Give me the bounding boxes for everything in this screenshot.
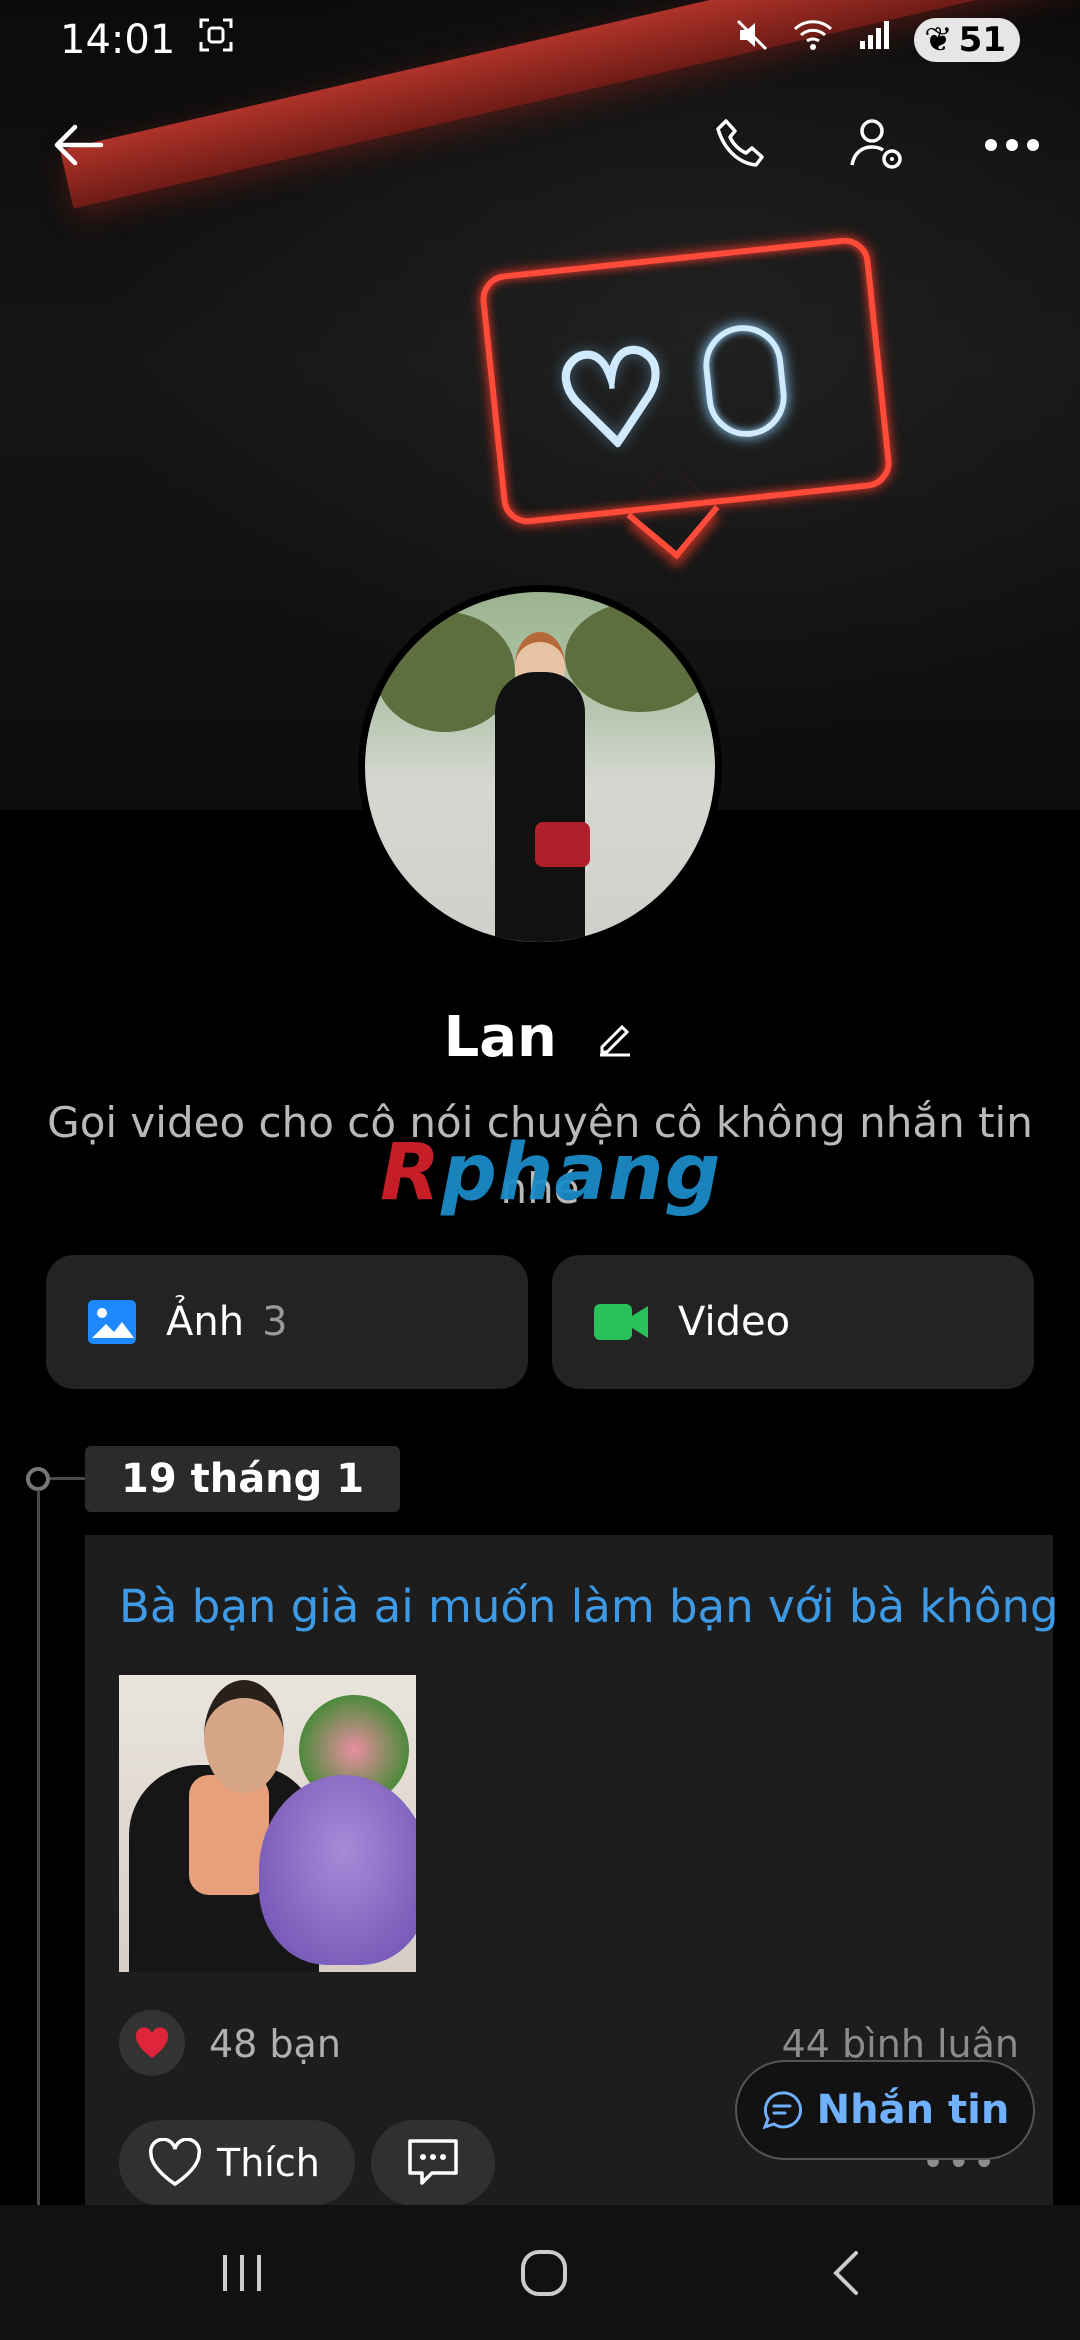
phone-call-icon bbox=[716, 119, 764, 167]
timeline-connector bbox=[50, 1477, 85, 1480]
neon-heart-icon: ♡ bbox=[545, 316, 682, 484]
more-options-button[interactable] bbox=[972, 100, 1052, 190]
heart-outline-icon bbox=[149, 2138, 201, 2187]
post-title: Bà bạn già ai muốn làm bạn với bà không bbox=[119, 1580, 1059, 1633]
recent-apps-icon bbox=[223, 2254, 261, 2291]
chat-bubble-icon bbox=[762, 2091, 802, 2130]
status-time: 14:01 bbox=[60, 17, 176, 63]
profile-name-row: Lan bbox=[0, 1005, 1080, 1073]
top-action-bar bbox=[0, 100, 1080, 190]
heart-reaction-icon[interactable] bbox=[119, 2010, 185, 2076]
message-button[interactable]: Nhắn tin bbox=[735, 2060, 1035, 2160]
post-photo[interactable] bbox=[119, 1675, 416, 1972]
back-button[interactable] bbox=[38, 100, 118, 190]
home-icon bbox=[521, 2249, 567, 2296]
system-navigation-bar bbox=[0, 2205, 1080, 2340]
photos-label: Ảnh bbox=[166, 1299, 245, 1345]
like-button[interactable]: Thích bbox=[119, 2120, 355, 2206]
signal-icon bbox=[856, 17, 892, 63]
comment-icon bbox=[408, 2139, 458, 2185]
wifi-icon bbox=[792, 17, 834, 63]
profile-name: Lan bbox=[443, 1005, 557, 1070]
chevron-left-icon bbox=[833, 2250, 858, 2295]
photos-button[interactable]: Ảnh 3 bbox=[46, 1255, 528, 1389]
video-label: Video bbox=[678, 1299, 791, 1345]
video-button[interactable]: Video bbox=[552, 1255, 1034, 1389]
profile-settings-icon bbox=[850, 119, 902, 169]
video-camera-icon bbox=[594, 1304, 648, 1340]
profile-settings-button[interactable] bbox=[838, 100, 918, 190]
photos-count: 3 bbox=[262, 1299, 288, 1345]
message-label: Nhắn tin bbox=[816, 2087, 1010, 2133]
leaf-icon: ❦ bbox=[924, 20, 953, 60]
watermark-logo: Rphang bbox=[380, 1128, 722, 1218]
mute-icon bbox=[734, 17, 770, 63]
timeline-date: 19 tháng 1 bbox=[85, 1446, 401, 1512]
back-arrow-icon bbox=[54, 124, 104, 166]
like-label: Thích bbox=[217, 2141, 320, 2185]
status-bar: 14:01 ❦ 51 bbox=[0, 0, 1080, 80]
back-nav-button[interactable] bbox=[786, 2205, 906, 2340]
more-options-icon bbox=[985, 139, 1039, 151]
battery-level: 51 bbox=[958, 20, 1006, 60]
timeline-dot bbox=[26, 1467, 50, 1491]
timeline-line bbox=[37, 1490, 40, 2210]
comment-button[interactable] bbox=[371, 2120, 495, 2206]
likes-count[interactable]: 48 bạn bbox=[209, 2022, 341, 2066]
edit-name-icon[interactable] bbox=[594, 1008, 636, 1073]
recent-apps-button[interactable] bbox=[182, 2205, 302, 2340]
home-button[interactable] bbox=[484, 2205, 604, 2340]
profile-avatar[interactable] bbox=[358, 585, 722, 949]
screenshot-icon bbox=[197, 16, 235, 64]
image-icon bbox=[88, 1300, 136, 1344]
call-button[interactable] bbox=[702, 100, 782, 190]
battery-icon: ❦ 51 bbox=[914, 18, 1020, 62]
